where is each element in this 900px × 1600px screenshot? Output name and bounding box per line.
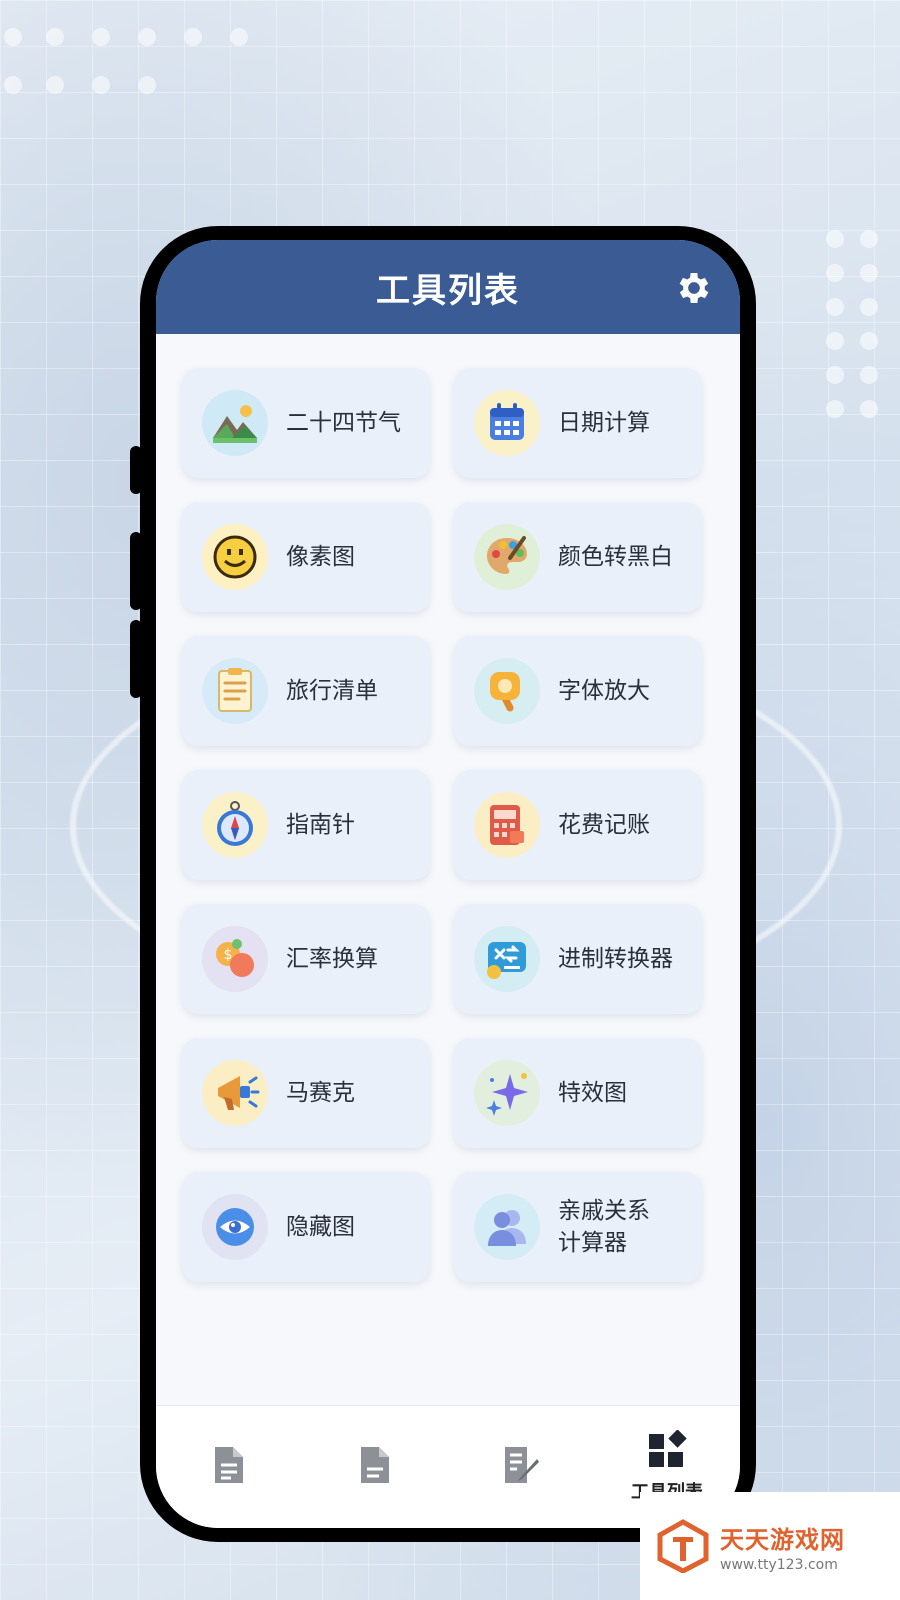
watermark-name: 天天游戏网	[720, 1525, 845, 1554]
nav-item-1[interactable]	[156, 1406, 302, 1528]
ledger-icon	[474, 792, 540, 858]
tool-label: 指南针	[286, 812, 355, 838]
tool-card[interactable]: 像素图	[182, 502, 430, 612]
tool-card[interactable]: 隐藏图	[182, 1172, 430, 1282]
tool-label: 日期计算	[558, 410, 650, 436]
palette-icon	[474, 524, 540, 590]
tool-card[interactable]: 颜色转黑白	[454, 502, 702, 612]
exchange-icon: $	[202, 926, 268, 992]
converter-icon	[474, 926, 540, 992]
people-icon	[474, 1194, 540, 1260]
tool-label: 进制转换器	[558, 946, 673, 972]
tool-label: 像素图	[286, 544, 355, 570]
nav-item-2[interactable]	[302, 1406, 448, 1528]
tool-card[interactable]: $ 汇率换算	[182, 904, 430, 1014]
tool-label: 旅行清单	[286, 678, 378, 704]
file-icon	[357, 1445, 393, 1489]
watermark-logo-icon	[657, 1519, 709, 1573]
edit-icon	[501, 1445, 541, 1489]
tool-grid: 二十四节气 日期计算像素图 颜色转黑白旅行清单 字体放大指南针 花费记账 $ 汇率换算 进制转…	[182, 368, 714, 1282]
tool-label: 二十四节气	[286, 410, 401, 436]
tool-label: 字体放大	[558, 678, 650, 704]
tool-label: 隐藏图	[286, 1214, 355, 1240]
tool-label: 花费记账	[558, 812, 650, 838]
svg-text:$: $	[224, 947, 233, 963]
settings-button[interactable]	[674, 268, 714, 308]
megaphone-icon	[202, 1060, 268, 1126]
tool-label: 特效图	[558, 1080, 627, 1106]
tool-label: 颜色转黑白	[558, 544, 673, 570]
app-header: 工具列表	[156, 240, 740, 334]
tool-label: 汇率换算	[286, 946, 378, 972]
document-icon	[211, 1445, 247, 1489]
tool-card[interactable]: 特效图	[454, 1038, 702, 1148]
page-title: 工具列表	[376, 270, 520, 311]
app-screen: 工具列表 二十四节气 日期计算像素图 颜色转黑白旅行清单 字体放大指南针 花费记账 $ 汇率…	[156, 240, 740, 1528]
tool-label: 亲戚关系 计算器	[558, 1198, 650, 1256]
gear-icon	[679, 273, 709, 303]
tool-card[interactable]: 进制转换器	[454, 904, 702, 1014]
tool-card[interactable]: 马赛克	[182, 1038, 430, 1148]
nav-item-3[interactable]	[448, 1406, 594, 1528]
calendar-icon	[474, 390, 540, 456]
checklist-icon	[202, 658, 268, 724]
phone-frame: 工具列表 二十四节气 日期计算像素图 颜色转黑白旅行清单 字体放大指南针 花费记账 $ 汇率…	[140, 226, 756, 1542]
watermark-url: www.tty123.com	[720, 1556, 838, 1573]
eye-icon	[202, 1194, 268, 1260]
smiley-icon	[202, 524, 268, 590]
tool-card[interactable]: 字体放大	[454, 636, 702, 746]
tool-card[interactable]: 花费记账	[454, 770, 702, 880]
magnifier-icon	[474, 658, 540, 724]
tool-card[interactable]: 二十四节气	[182, 368, 430, 478]
sparkle-icon	[474, 1060, 540, 1126]
tool-card[interactable]: 旅行清单	[182, 636, 430, 746]
watermark: 天天游戏网 www.tty123.com	[640, 1492, 900, 1600]
tool-card[interactable]: 亲戚关系 计算器	[454, 1172, 702, 1282]
tool-card[interactable]: 日期计算	[454, 368, 702, 478]
tool-card[interactable]: 指南针	[182, 770, 430, 880]
tool-label: 马赛克	[286, 1080, 355, 1106]
landscape-icon	[202, 390, 268, 456]
compass-icon	[202, 792, 268, 858]
tools-grid-icon	[647, 1429, 687, 1474]
